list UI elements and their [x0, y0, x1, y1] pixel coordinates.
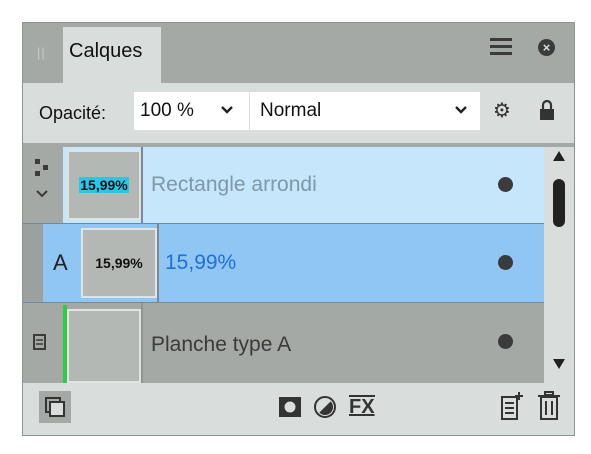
trash-icon[interactable]	[537, 391, 561, 421]
visibility-dot-icon[interactable]	[498, 177, 513, 192]
layer-list: 15,99% Rectangle arrondi A 15,99% 15,99%	[23, 143, 544, 383]
layers-panel: || Calques × Opacité: 100 % Normal ⚙ 15,…	[22, 22, 575, 436]
chevron-down-icon	[221, 106, 233, 114]
group-icon	[35, 159, 48, 198]
blend-mode-dropdown[interactable]: Normal	[250, 92, 480, 130]
opacity-label: Opacité:	[39, 103, 107, 123]
opacity-value: 100 %	[140, 100, 194, 121]
add-mask-icon[interactable]	[279, 397, 301, 417]
blend-mode-value: Normal	[260, 100, 322, 121]
lock-icon[interactable]	[539, 98, 555, 122]
hamburger-menu-icon[interactable]	[490, 38, 512, 56]
gear-icon[interactable]: ⚙	[491, 100, 513, 122]
artboard-icon	[33, 334, 46, 350]
layer-row-selected[interactable]: A 15,99% 15,99%	[23, 223, 544, 303]
arrange-layers-icon[interactable]	[39, 391, 71, 423]
chevron-down-icon	[455, 106, 467, 114]
add-layer-icon[interactable]	[501, 391, 523, 421]
layer-expand-toggle[interactable]	[23, 147, 63, 223]
close-icon[interactable]: ×	[538, 39, 555, 56]
visibility-dot-icon[interactable]	[498, 334, 513, 349]
layer-name: Rectangle arrondi	[151, 173, 317, 196]
layer-name: Planche type A	[151, 333, 292, 356]
layer-thumbnail: 15,99%	[81, 228, 157, 298]
layer-name: 15,99%	[165, 251, 237, 274]
layer-thumbnail	[67, 309, 141, 383]
layer-list-scrollbar[interactable]	[544, 147, 574, 383]
adjustment-icon[interactable]	[313, 395, 337, 419]
scroll-down-arrow-icon[interactable]	[553, 359, 565, 369]
layer-bottom-toolbar: FX	[23, 383, 574, 435]
layer-thumbnail: 15,99%	[67, 150, 141, 220]
text-layer-badge: A	[53, 250, 68, 275]
visibility-dot-icon[interactable]	[498, 255, 513, 270]
layer-options-bar: Opacité: 100 % Normal ⚙	[23, 83, 574, 143]
layer-type-area	[23, 303, 63, 383]
scroll-up-arrow-icon[interactable]	[553, 151, 565, 161]
tab-calques[interactable]: Calques	[63, 27, 161, 83]
layer-row[interactable]: 15,99% Rectangle arrondi	[23, 147, 544, 223]
panel-tab-bar: || Calques ×	[23, 23, 574, 83]
opacity-dropdown[interactable]: 100 %	[134, 92, 249, 130]
layer-row[interactable]: Planche type A	[23, 303, 544, 383]
panel-grip-handle[interactable]: ||	[37, 45, 47, 61]
scroll-thumb[interactable]	[553, 179, 565, 227]
fx-effects-icon[interactable]: FX	[349, 395, 375, 417]
layer-indent	[23, 224, 43, 302]
